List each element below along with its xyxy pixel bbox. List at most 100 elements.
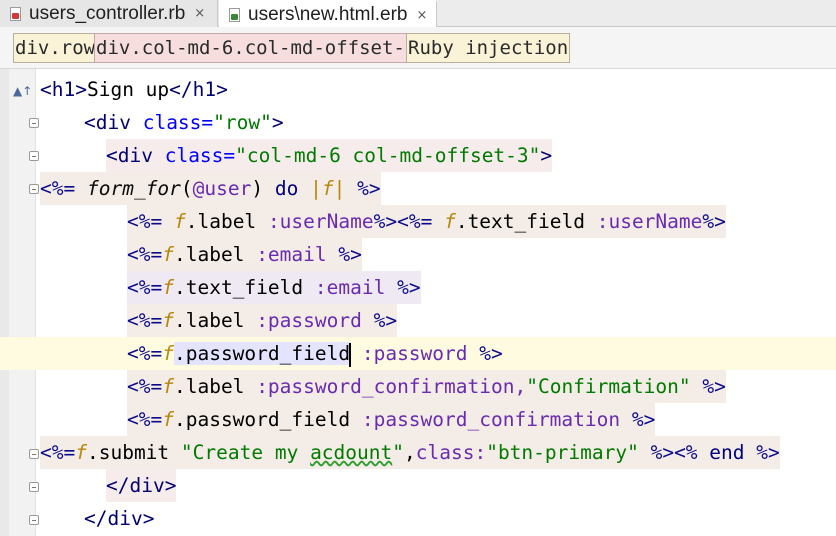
method: .text_field: [173, 276, 304, 299]
attr-value: "col-md-6 col-md-offset-3": [235, 144, 541, 167]
attr-value: "row": [213, 111, 272, 134]
erb-open: <%=: [127, 408, 163, 431]
erb-close: %>: [631, 408, 656, 431]
ruby-file-icon: [10, 6, 21, 21]
breadcrumb-ruby-injection[interactable]: Ruby injection: [406, 33, 571, 63]
fold-icon[interactable]: [29, 515, 39, 525]
symbol: :password_confirmation,: [256, 375, 527, 398]
symbol: :password: [361, 342, 468, 365]
tab-new-html-erb[interactable]: users\new.html.erb ×: [219, 0, 437, 28]
erb-open: <%=: [127, 309, 163, 332]
paren: ): [251, 177, 264, 200]
block-var: f: [444, 210, 456, 233]
text-cursor: [349, 342, 352, 367]
erb-open: <%=: [127, 375, 163, 398]
symbol: :userName: [596, 210, 703, 233]
erb-open: <%=: [397, 210, 433, 233]
method: .password_field: [173, 342, 351, 365]
tag-close: </div>: [106, 474, 177, 497]
breadcrumb: div.row div.col-md-6.col-md-offset-3 Rub…: [0, 27, 836, 69]
tab-label: users_controller.rb: [29, 2, 186, 24]
symbol: :email: [256, 243, 327, 266]
bookmark-icon[interactable]: ▲↑: [13, 84, 32, 98]
breadcrumb-div-row[interactable]: div.row: [13, 33, 98, 63]
code-line-8[interactable]: <%=f.label :password %>: [127, 304, 398, 337]
method: .password_field: [173, 408, 351, 431]
code-line-5[interactable]: <%= f.label :userName%><%= f.text_field …: [127, 205, 726, 238]
pipe: |: [310, 177, 322, 200]
erb-close: %>: [357, 177, 381, 200]
heading-text: Sign up: [86, 78, 170, 101]
code-line-7[interactable]: <%=f.text_field :email %>: [127, 271, 421, 304]
code-line-12[interactable]: <%=f.submit "Create my acdount",class:"b…: [40, 436, 780, 469]
block-var: f: [321, 177, 334, 200]
code-line-1[interactable]: <h1>Sign up</h1>: [40, 73, 228, 106]
erb-close: %>: [373, 309, 398, 332]
attr-name: class=: [152, 144, 236, 167]
block-var: f: [162, 309, 174, 332]
instance-variable: @user: [192, 177, 252, 200]
symbol: :password: [256, 309, 362, 332]
code-line-13[interactable]: </div>: [106, 469, 177, 502]
tag-open: <div: [106, 144, 153, 167]
fold-icon[interactable]: [29, 449, 39, 459]
code-line-4[interactable]: <%= form_for(@user) do |f| %>: [40, 172, 381, 205]
erb-open: <%=: [127, 243, 163, 266]
block-var: f: [162, 243, 174, 266]
erb-open: <%=: [127, 276, 163, 299]
method: .submit: [86, 441, 170, 464]
erb-open: <%=: [127, 342, 163, 365]
code-line-11[interactable]: <%=f.password_field :password_confirmati…: [127, 403, 656, 436]
keyword: end: [709, 441, 745, 464]
tag-close: </h1>: [169, 78, 228, 101]
block-var: f: [173, 210, 186, 233]
erb-close: %>: [338, 243, 362, 266]
erb-close: %>: [650, 441, 675, 464]
string: "btn-primary": [486, 441, 639, 464]
code-line-14[interactable]: </div>: [84, 502, 154, 535]
fold-icon[interactable]: [29, 184, 39, 194]
method: .label: [173, 243, 245, 266]
erb-close: %>: [756, 441, 780, 464]
method: .label: [173, 309, 245, 332]
code-line-3[interactable]: <div class="col-md-6 col-md-offset-3">: [106, 139, 553, 172]
typo-word: acdount: [310, 441, 393, 464]
erb-close: %>: [479, 342, 503, 365]
string: "Create my: [180, 441, 311, 464]
code-line-9[interactable]: <%=f.password_field :password %>: [127, 337, 503, 370]
tag-end: >: [540, 144, 553, 167]
method: .label: [185, 210, 257, 233]
string: "Confirmation": [526, 375, 691, 398]
block-var: f: [162, 276, 174, 299]
fold-icon[interactable]: [29, 482, 39, 492]
block-var: f: [75, 441, 87, 464]
close-icon[interactable]: ×: [194, 6, 205, 21]
erb-file-icon: [229, 8, 240, 22]
code-line-2[interactable]: <div class="row">: [84, 106, 284, 139]
tab-label: users\new.html.erb: [248, 4, 408, 25]
code-line-10[interactable]: <%=f.label :password_confirmation,"Confi…: [127, 370, 726, 403]
symbol: :userName: [267, 210, 374, 233]
method-name: form_for: [86, 177, 181, 200]
string: ": [392, 441, 404, 464]
fold-icon[interactable]: [29, 151, 39, 161]
method: .text_field: [455, 210, 585, 233]
breadcrumb-div-col[interactable]: div.col-md-6.col-md-offset-3: [94, 33, 419, 63]
erb-close: %>: [702, 375, 726, 398]
tag-close: </div>: [84, 507, 155, 530]
block-var: f: [162, 342, 174, 365]
erb-close: %>: [373, 210, 398, 233]
tag-end: >: [271, 111, 284, 134]
tag-open: <div: [84, 111, 131, 134]
fold-icon[interactable]: [29, 118, 39, 128]
code-line-6[interactable]: <%=f.label :email %>: [127, 238, 362, 271]
close-icon[interactable]: ×: [416, 8, 427, 23]
tag-open: <h1>: [40, 78, 87, 101]
block-var: f: [162, 375, 174, 398]
keyword: do: [274, 177, 299, 200]
erb-open: <%=: [40, 177, 76, 200]
tab-users-controller[interactable]: users_controller.rb ×: [0, 0, 218, 27]
paren: (: [180, 177, 193, 200]
editor-tab-bar: users_controller.rb × users\new.html.erb…: [0, 0, 836, 28]
gutter-strip: [0, 69, 9, 536]
